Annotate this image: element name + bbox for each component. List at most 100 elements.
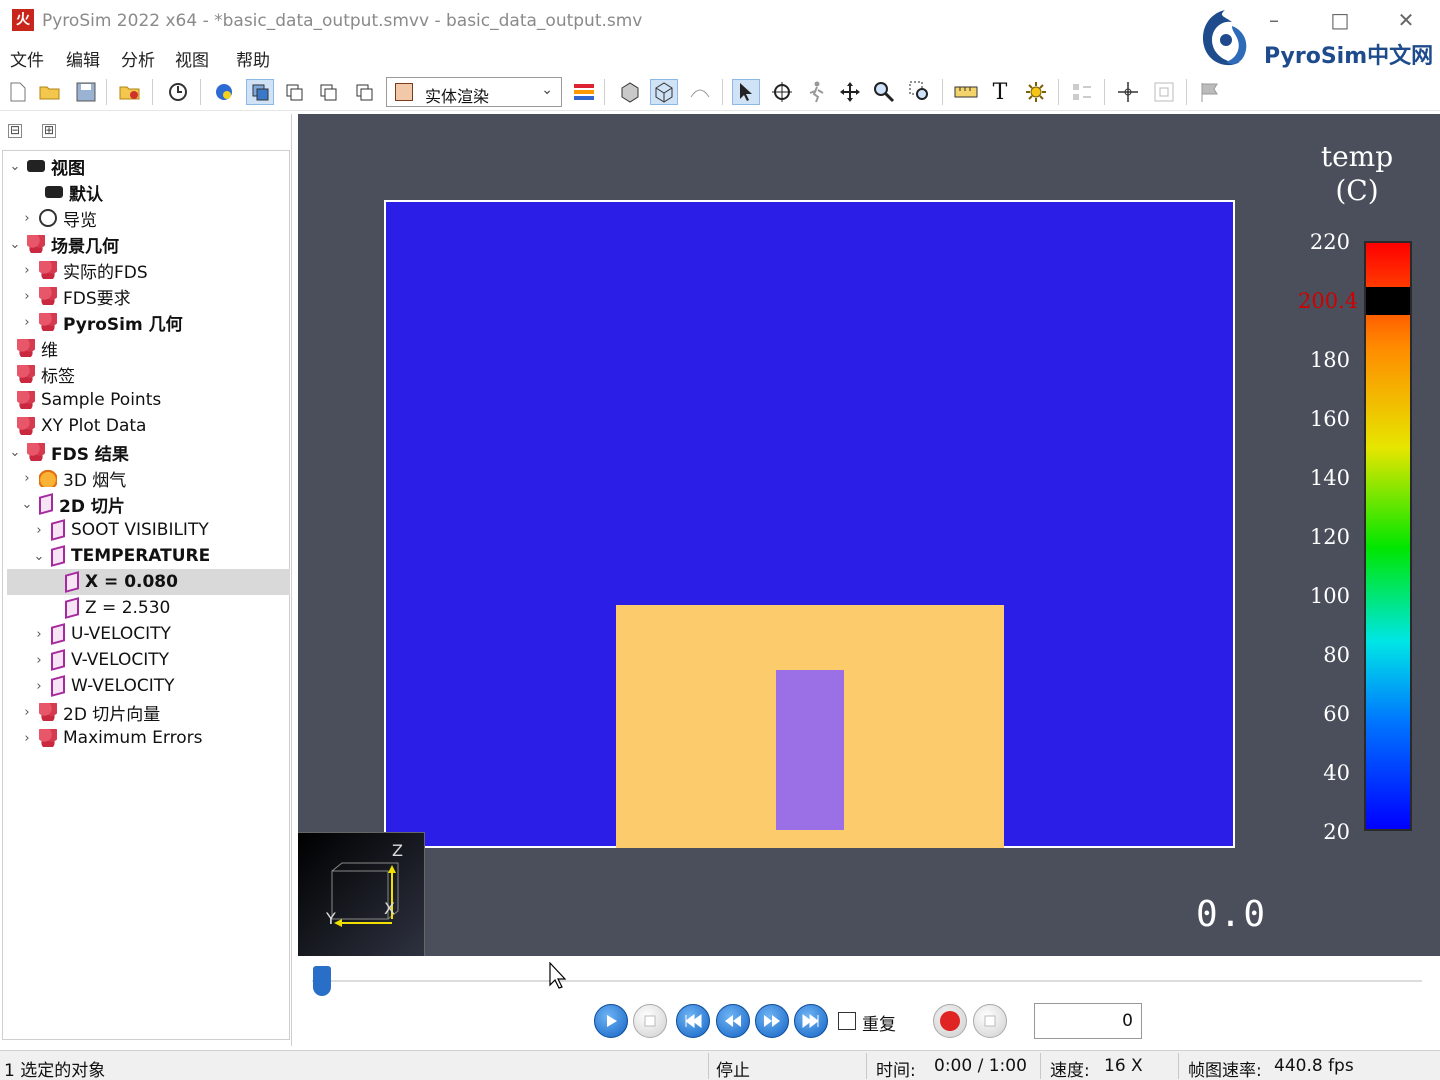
stop-recording-button[interactable] — [973, 1004, 1007, 1038]
step-forward-button[interactable] — [755, 1004, 789, 1038]
step-back-button[interactable] — [716, 1004, 750, 1038]
frame-number-input[interactable]: 0 — [1034, 1003, 1142, 1039]
tree-node-tour[interactable]: › 导览 — [19, 205, 97, 231]
menu-help[interactable]: 帮助 — [236, 46, 270, 71]
fit-icon[interactable] — [1150, 79, 1178, 105]
tree-node-slice-z[interactable]: Z = 2.530 — [61, 595, 170, 621]
menu-edit[interactable]: 编辑 — [66, 46, 100, 71]
tree-node-slice-x[interactable]: X = 0.080 — [61, 569, 178, 595]
globe-icon[interactable] — [210, 79, 238, 105]
save-icon[interactable] — [72, 79, 100, 105]
view-top-icon[interactable] — [314, 79, 342, 105]
timeline-slider-thumb[interactable] — [313, 966, 331, 996]
select-arrow-icon[interactable] — [732, 79, 760, 105]
menu-file[interactable]: 文件 — [10, 46, 44, 71]
orbit-icon[interactable] — [768, 79, 796, 105]
import-icon[interactable] — [116, 79, 144, 105]
stop-button[interactable] — [633, 1004, 667, 1038]
tree-node-xy-plot-data[interactable]: XY Plot Data — [13, 413, 146, 439]
colorbar-tick: 100 — [1309, 584, 1350, 608]
tree-node-fds-results[interactable]: ⌄ FDS 结果 — [7, 439, 129, 465]
zoom-icon[interactable] — [870, 79, 898, 105]
tree-node-default-view[interactable]: 默认 — [25, 179, 103, 205]
tree-node-temperature[interactable]: ⌄ TEMPERATURE — [31, 543, 210, 569]
timeline-slider-track[interactable] — [312, 980, 1422, 982]
chevron-down-icon[interactable]: ⌄ — [19, 497, 35, 512]
tree-node-labels[interactable]: 标签 — [13, 361, 75, 387]
chevron-down-icon[interactable]: ⌄ — [31, 549, 47, 564]
pan-icon[interactable] — [836, 79, 864, 105]
colorbar-tick: 220 — [1309, 230, 1350, 254]
tree-node-fds-requested[interactable]: › FDS要求 — [19, 283, 131, 309]
tree-node-scene-geometry[interactable]: ⌄ 场景几何 — [7, 231, 119, 257]
chevron-right-icon[interactable]: › — [19, 731, 35, 746]
center-icon[interactable] — [1114, 79, 1142, 105]
menu-view[interactable]: 视图 — [175, 46, 209, 71]
light-icon[interactable] — [1022, 79, 1050, 105]
tree-node-3d-smoke[interactable]: › 3D 烟气 — [19, 465, 126, 491]
solid-box-icon[interactable] — [616, 79, 644, 105]
zoom-region-icon[interactable] — [906, 79, 934, 105]
clock-icon[interactable] — [164, 79, 192, 105]
chevron-right-icon[interactable]: › — [19, 289, 35, 304]
chevron-down-icon[interactable]: ⌄ — [7, 445, 23, 460]
chevron-right-icon[interactable]: › — [31, 627, 47, 642]
skip-to-start-button[interactable] — [676, 1004, 710, 1038]
skip-to-end-button[interactable] — [794, 1004, 828, 1038]
chevron-right-icon[interactable]: › — [31, 653, 47, 668]
tree-node-sample-points[interactable]: Sample Points — [13, 387, 161, 413]
slice-icon — [65, 571, 79, 593]
repeat-checkbox[interactable] — [838, 1012, 856, 1030]
text-icon[interactable]: T — [986, 79, 1014, 105]
tree-view[interactable]: ⌄ 视图 默认 › 导览 ⌄ 场景几何 › 实际的FDS › FDS要求 › PyroSim… — [2, 150, 290, 1040]
fps-value: 440.8 fps — [1274, 1056, 1354, 1076]
tree-node-pyrosim-geometry[interactable]: › PyroSim 几何 — [19, 309, 183, 335]
tree-node-maximum-errors[interactable]: › Maximum Errors — [19, 725, 202, 751]
3d-viewport[interactable]: temp (C) 220 200.4 180 160 140 120 100 80… — [298, 114, 1440, 956]
menu-analyze[interactable]: 分析 — [121, 46, 155, 71]
smooth-icon[interactable] — [686, 79, 714, 105]
collapse-all-button[interactable]: ⊟ — [8, 124, 22, 138]
ruler-icon[interactable] — [952, 79, 980, 105]
geometry-icon — [39, 729, 57, 747]
colorbar — [1364, 241, 1412, 831]
chevron-down-icon[interactable]: ⌄ — [7, 237, 23, 252]
wire-box-icon[interactable] — [650, 79, 678, 105]
hot-gas-region — [616, 605, 1004, 848]
walk-icon[interactable] — [802, 79, 830, 105]
chevron-right-icon[interactable]: › — [31, 679, 47, 694]
view-iso-icon[interactable] — [350, 79, 378, 105]
color-bars-icon[interactable] — [570, 79, 598, 105]
chevron-right-icon[interactable]: › — [19, 705, 35, 720]
view-front-icon[interactable] — [246, 79, 274, 105]
new-file-icon[interactable] — [4, 79, 32, 105]
view-side-icon[interactable] — [280, 79, 308, 105]
chevron-right-icon[interactable]: › — [19, 211, 35, 226]
time-value: 0:00 / 1:00 — [934, 1056, 1027, 1076]
fps-label: 帧图速率: — [1188, 1061, 1262, 1080]
open-folder-icon[interactable] — [36, 79, 64, 105]
render-mode-select[interactable]: 实体渲染 ⌄ — [386, 77, 562, 107]
play-button[interactable] — [594, 1004, 628, 1038]
expand-all-button[interactable]: ⊞ — [42, 124, 56, 138]
tree-node-2d-slices[interactable]: ⌄ 2D 切片 — [19, 491, 125, 517]
tree-node-soot-visibility[interactable]: › SOOT VISIBILITY — [31, 517, 209, 543]
chevron-right-icon[interactable]: › — [19, 471, 35, 486]
geometry-icon — [27, 235, 45, 253]
flag-icon[interactable] — [1196, 79, 1224, 105]
align-icon[interactable] — [1068, 79, 1096, 105]
record-button[interactable] — [933, 1004, 967, 1038]
chevron-right-icon[interactable]: › — [19, 315, 35, 330]
tree-node-w-velocity[interactable]: › W-VELOCITY — [31, 673, 175, 699]
tree-node-u-velocity[interactable]: › U-VELOCITY — [31, 621, 171, 647]
tree-node-views[interactable]: ⌄ 视图 — [7, 153, 85, 179]
chevron-right-icon[interactable]: › — [19, 263, 35, 278]
tree-node-actual-fds[interactable]: › 实际的FDS — [19, 257, 148, 283]
temperature-slice-plane[interactable] — [384, 200, 1235, 848]
geometry-icon — [17, 391, 35, 409]
chevron-down-icon[interactable]: ⌄ — [7, 159, 23, 174]
chevron-right-icon[interactable]: › — [31, 523, 47, 538]
tree-node-2d-slice-vectors[interactable]: › 2D 切片向量 — [19, 699, 160, 725]
tree-node-v-velocity[interactable]: › V-VELOCITY — [31, 647, 169, 673]
tree-node-dimensions[interactable]: 维 — [13, 335, 58, 361]
